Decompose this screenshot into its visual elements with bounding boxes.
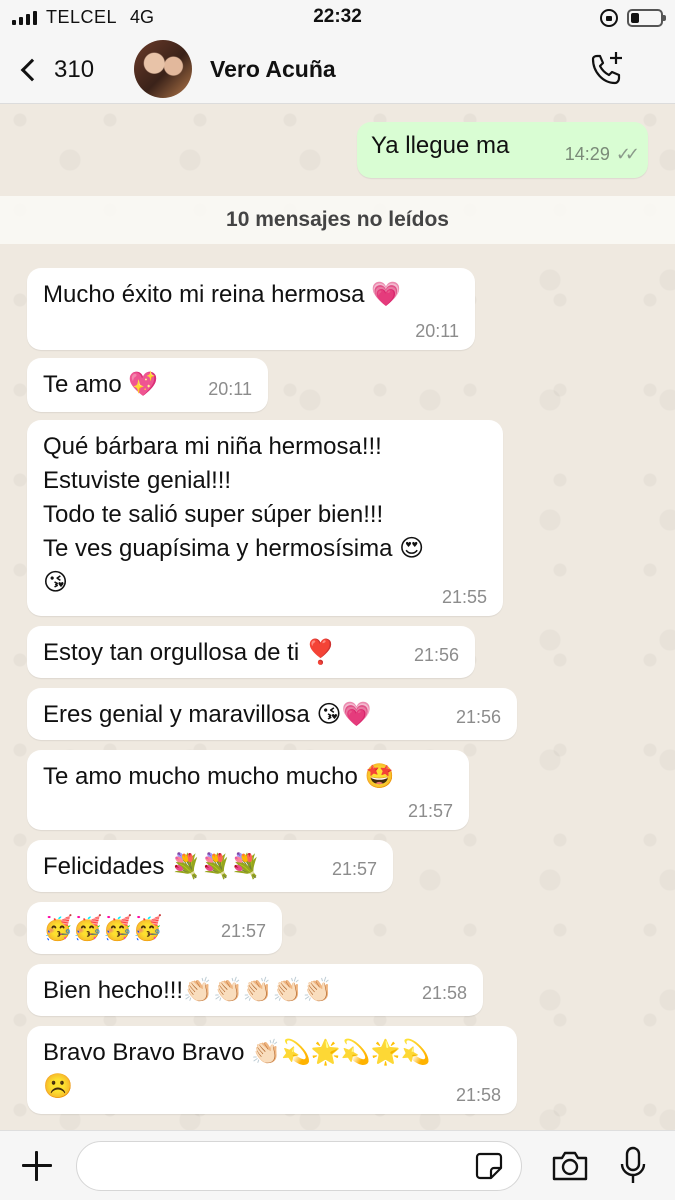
read-receipt-icon: ✓✓ xyxy=(615,144,640,164)
message-time: 21:56 xyxy=(455,707,501,727)
message-text: Bien hecho!!!👏🏻👏🏻👏🏻👏🏻👏🏻 xyxy=(43,977,333,1004)
call-button[interactable] xyxy=(586,50,626,90)
incoming-message[interactable]: Felicidades 💐💐💐 21:57 xyxy=(27,840,393,892)
incoming-message[interactable]: Estoy tan orgullosa de ti ❣️ 21:56 xyxy=(27,626,475,678)
incoming-message[interactable]: Te amo mucho mucho mucho 🤩 21:57 xyxy=(27,750,469,830)
sticker-button[interactable] xyxy=(474,1151,504,1181)
contact-avatar[interactable] xyxy=(134,40,192,98)
microphone-icon xyxy=(620,1146,646,1183)
message-time: 21:58 xyxy=(421,983,467,1003)
message-input[interactable] xyxy=(76,1141,522,1191)
message-text: Qué bárbara mi niña hermosa!!! Estuviste… xyxy=(43,433,425,596)
incoming-message[interactable]: 🥳🥳🥳🥳 21:57 xyxy=(27,902,282,954)
camera-icon xyxy=(552,1151,588,1181)
incoming-message[interactable]: Eres genial y maravillosa 😘💗 21:56 xyxy=(27,688,517,740)
incoming-message[interactable]: Bravo Bravo Bravo 👏🏻💫🌟💫🌟💫 ☹️ 21:58 xyxy=(27,1026,517,1114)
incoming-message[interactable]: Mucho éxito mi reina hermosa 💗 20:11 xyxy=(27,268,475,350)
outgoing-message[interactable]: Ya llegue ma 14:29 ✓✓ xyxy=(357,122,648,178)
battery-icon xyxy=(627,9,666,27)
microphone-button[interactable] xyxy=(618,1145,648,1187)
chat-area[interactable]: Ya llegue ma 14:29 ✓✓ 10 mensajes no leí… xyxy=(0,104,675,1130)
status-time: 22:32 xyxy=(313,6,362,27)
camera-button[interactable] xyxy=(550,1148,590,1184)
attach-button[interactable] xyxy=(20,1149,54,1183)
message-text: Eres genial y maravillosa 😘💗 xyxy=(43,701,372,728)
contact-name[interactable]: Vero Acuña xyxy=(210,56,336,83)
message-time: 14:29 xyxy=(564,144,610,164)
message-time: 21:56 xyxy=(413,645,459,665)
incoming-message[interactable]: Qué bárbara mi niña hermosa!!! Estuviste… xyxy=(27,420,503,616)
status-bar: TELCEL 4G 22:32 xyxy=(0,0,675,36)
message-time: 21:57 xyxy=(331,859,377,879)
message-meta: 14:29 ✓✓ xyxy=(564,144,640,165)
message-text: Te amo mucho mucho mucho 🤩 xyxy=(43,763,395,790)
message-time: 20:11 xyxy=(415,321,459,341)
orientation-lock-icon xyxy=(600,9,618,27)
phone-plus-icon xyxy=(591,52,622,85)
message-composer xyxy=(0,1130,675,1200)
incoming-message[interactable]: Bien hecho!!!👏🏻👏🏻👏🏻👏🏻👏🏻 21:58 xyxy=(27,964,483,1016)
message-time: 21:57 xyxy=(220,921,266,941)
message-text: Estoy tan orgullosa de ti ❣️ xyxy=(43,639,336,666)
message-text: Felicidades 💐💐💐 xyxy=(43,853,261,880)
message-time: 20:11 xyxy=(208,379,252,399)
message-text: Bravo Bravo Bravo 👏🏻💫🌟💫🌟💫 ☹️ xyxy=(43,1039,431,1100)
message-text: Mucho éxito mi reina hermosa 💗 xyxy=(43,281,402,308)
chat-header: 310 Vero Acuña xyxy=(0,36,675,104)
message-time: 21:57 xyxy=(407,801,453,821)
unread-chats-count: 310 xyxy=(54,56,95,83)
chevron-left-icon xyxy=(20,58,44,82)
message-text: Ya llegue ma xyxy=(371,132,510,159)
sticker-icon xyxy=(475,1152,503,1180)
back-button[interactable]: 310 xyxy=(14,50,109,90)
incoming-message[interactable]: Te amo 💖 20:11 xyxy=(27,358,268,412)
message-time: 21:55 xyxy=(441,587,487,607)
message-time: 21:58 xyxy=(455,1085,501,1105)
unread-messages-banner: 10 mensajes no leídos xyxy=(0,196,675,244)
